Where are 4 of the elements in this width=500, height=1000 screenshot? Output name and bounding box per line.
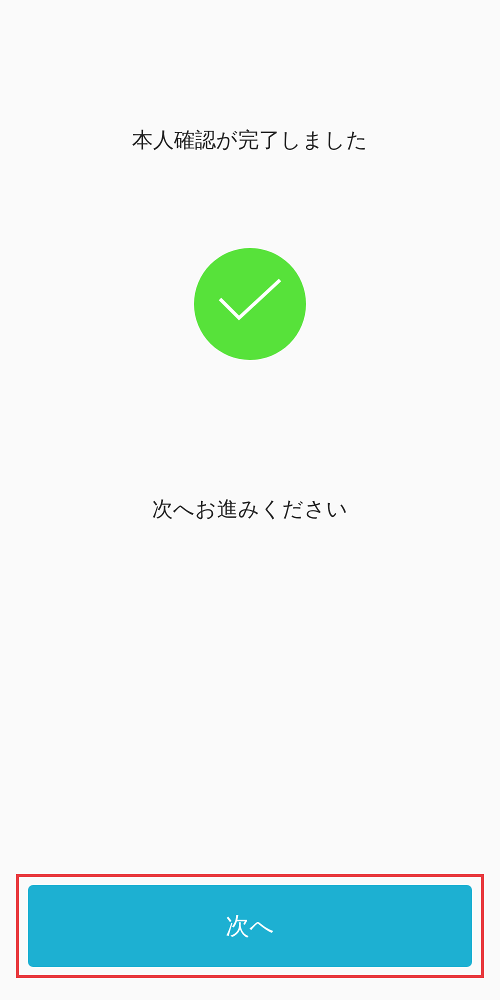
instruction-text: 次へお進みください <box>152 496 348 523</box>
checkmark-icon <box>194 248 306 360</box>
next-button[interactable]: 次へ <box>28 885 472 967</box>
page-title: 本人確認が完了しました <box>132 127 368 154</box>
